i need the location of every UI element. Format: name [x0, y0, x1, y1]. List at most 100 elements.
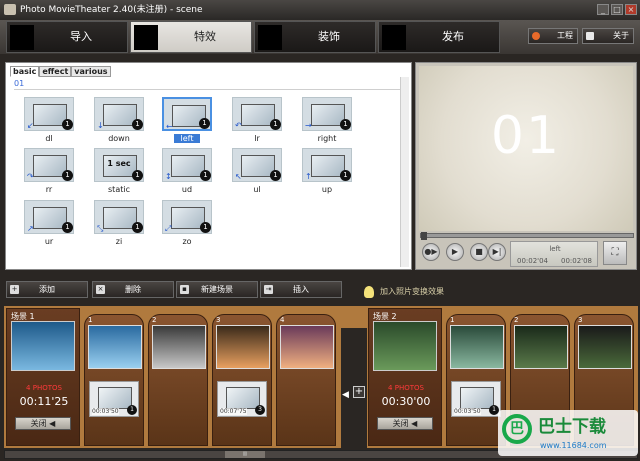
effect-static-text: 1 sec [107, 159, 131, 168]
collapse-arrow-icon[interactable]: ◀ [342, 390, 349, 400]
new-scene-icon: ▪ [180, 285, 189, 294]
scene-thumbnail[interactable] [373, 321, 437, 371]
slot-photo[interactable] [88, 325, 142, 369]
scene-close-button[interactable]: 关闭 ◀ [377, 417, 433, 430]
step-button[interactable]: ▶| [488, 243, 506, 261]
effect-item-dl[interactable]: ↙ 1 dl [18, 97, 78, 147]
about-icon [586, 32, 594, 40]
tab-import[interactable]: 导入 [6, 21, 128, 53]
slot-photo[interactable] [450, 325, 504, 369]
effect-arrow-icon: ↶ [235, 121, 242, 130]
slot-photo[interactable] [280, 325, 334, 369]
effect-item-lr[interactable]: ↶ 1 lr [226, 97, 286, 147]
effect-item-static[interactable]: 1 sec 1 static [88, 148, 148, 198]
scene-close-button[interactable]: 关闭 ◀ [15, 417, 71, 430]
scene-thumbnail[interactable] [11, 321, 75, 371]
lightbulb-icon [364, 286, 374, 298]
effect-count-badge: 1 [270, 119, 281, 130]
effect-thumbnail: ↶ 1 [232, 97, 282, 131]
maximize-button[interactable]: □ [611, 4, 623, 15]
play-button[interactable]: ▶ [446, 243, 464, 261]
effect-item-right[interactable]: → 1 right [296, 97, 356, 147]
effect-count-badge: 1 [200, 170, 211, 181]
tab-effects[interactable]: 特效 [130, 21, 252, 53]
add-button[interactable]: + 添加 [6, 281, 88, 298]
watermark: 巴 巴士下载 www.11684.com [498, 410, 638, 456]
tab-decorate[interactable]: 装饰 [254, 21, 376, 53]
slot-photo[interactable] [216, 325, 270, 369]
tab-label: 发布 [442, 30, 464, 43]
slot-photo[interactable] [514, 325, 568, 369]
effect-label: right [317, 134, 337, 143]
effect-subtabs: basic effect various [10, 66, 111, 77]
scene-card-1[interactable]: 场景 1 4 PHOTOS 00:11'25 关闭 ◀ [6, 308, 80, 446]
close-button[interactable]: × [625, 4, 637, 15]
subtab-effect[interactable]: effect [39, 66, 72, 77]
slot-effect-badge: 1 [489, 405, 499, 415]
subtab-basic[interactable]: basic [10, 66, 40, 77]
slot-effect-thumbnail[interactable]: 00:03'50 1 [451, 381, 501, 417]
photo-slot-1[interactable]: 1 00:03'50 1 [84, 314, 144, 446]
effects-scrollbar[interactable] [400, 77, 409, 267]
effect-item-left[interactable]: ← 1 left [156, 97, 216, 147]
new-scene-button[interactable]: ▪ 新建场景 [176, 281, 258, 298]
photo-slot-4[interactable]: 4 [276, 314, 336, 446]
slider-knob[interactable] [421, 232, 427, 240]
effect-label: down [108, 134, 130, 143]
project-button[interactable]: 工程 [528, 28, 578, 44]
tab-thumbnail [382, 25, 406, 50]
fullscreen-button[interactable]: ⛶ [603, 241, 627, 265]
current-time: 00:02'04 [517, 257, 549, 265]
effect-count-badge: 1 [62, 119, 73, 130]
effect-item-up[interactable]: ↑ 1 up [296, 148, 356, 198]
effect-item-ud[interactable]: ↕ 1 ud [156, 148, 216, 198]
watermark-text: 巴士下载 [538, 417, 606, 437]
effect-label: zo [182, 237, 192, 246]
slot-effect-thumbnail[interactable]: 00:07'75 3 [217, 381, 267, 417]
scene-photo-count: 4 PHOTOS [388, 384, 424, 392]
delete-button[interactable]: × 删除 [92, 281, 174, 298]
effect-label: rr [45, 185, 53, 194]
subtab-various[interactable]: various [71, 66, 111, 77]
about-button[interactable]: 关于 [582, 28, 634, 44]
effect-item-zo[interactable]: ⤢ 1 zo [156, 200, 216, 250]
delete-label: 删除 [125, 285, 141, 294]
effect-item-ur[interactable]: ↗ 1 ur [18, 200, 78, 250]
scrollbar-thumb[interactable]: ▥ [225, 451, 265, 458]
preview-panel: 01 ●▶ ▶ ■ ▶| left 00:02'04 00:02'08 ⛶ [415, 62, 637, 270]
slot-effect-badge: 3 [255, 405, 265, 415]
record-play-button[interactable]: ●▶ [422, 243, 440, 261]
effect-label: ud [181, 185, 193, 194]
photo-slot-3[interactable]: 3 00:07'75 3 [212, 314, 272, 446]
slot-photo[interactable] [152, 325, 206, 369]
slot-photo[interactable] [578, 325, 632, 369]
project-label: 工程 [557, 31, 573, 40]
photo-slot-2[interactable]: 2 [148, 314, 208, 446]
effect-thumbnail: ↕ 1 [162, 148, 212, 182]
effect-arrow-icon: ↙ [27, 121, 34, 130]
effect-label: dl [45, 134, 53, 143]
effect-item-rr[interactable]: ↷ 1 rr [18, 148, 78, 198]
effect-item-down[interactable]: ↓ 1 down [88, 97, 148, 147]
storyboard-toolbar: + 添加 × 删除 ▪ 新建场景 ⇥ 插入 加入照片变换效果 [6, 281, 636, 299]
slot-effect-thumbnail[interactable]: 00:03'50 1 [89, 381, 139, 417]
total-time: 00:02'08 [561, 257, 593, 265]
preview-slider[interactable] [420, 232, 634, 240]
photo-slot-1[interactable]: 1 00:03'50 1 [446, 314, 506, 446]
delete-icon: × [96, 285, 105, 294]
insert-button[interactable]: ⇥ 插入 [260, 281, 342, 298]
minimize-button[interactable]: _ [597, 4, 609, 15]
add-scene-plus-icon[interactable]: + [353, 386, 365, 398]
effect-arrow-icon: ↷ [27, 172, 34, 181]
effect-arrow-icon: ← [166, 122, 173, 131]
effect-group-label: 01 [14, 79, 25, 88]
preview-number: 01 [490, 106, 562, 166]
about-label: 关于 [613, 31, 629, 40]
effect-label: static [108, 185, 130, 194]
tab-publish[interactable]: 发布 [378, 21, 500, 53]
main-tabs: 导入 特效 装饰 发布 工程 关于 [0, 20, 640, 54]
stop-button[interactable]: ■ [470, 243, 488, 261]
effect-item-ul[interactable]: ↖ 1 ul [226, 148, 286, 198]
effect-item-zi[interactable]: ⤡ 1 zi [88, 200, 148, 250]
scene-card-2[interactable]: 场景 2 4 PHOTOS 00:30'00 关闭 ◀ [368, 308, 442, 446]
